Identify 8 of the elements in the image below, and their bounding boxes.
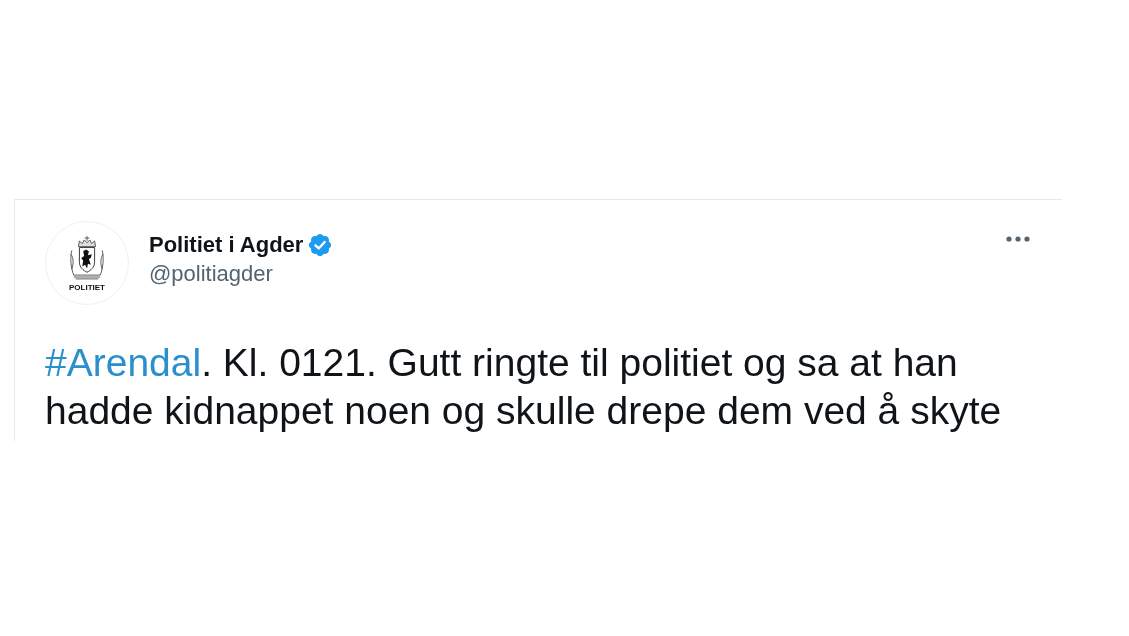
tweet-text: #Arendal. Kl. 0121. Gutt ringte til politiet og sa at han hadde kidnappet noen og skulle drepe dem ved å skyte	[45, 340, 1003, 434]
more-options-icon[interactable]	[1006, 236, 1030, 242]
coat-of-arms-icon	[68, 234, 106, 281]
hashtag-link[interactable]: #Arendal	[45, 341, 202, 384]
profile-avatar[interactable]: POLITIET	[45, 221, 129, 305]
account-handle[interactable]: @politiagder	[149, 259, 334, 289]
account-name[interactable]: Politiet i Agder	[149, 231, 304, 259]
avatar-logo-text: POLITIET	[69, 283, 105, 292]
